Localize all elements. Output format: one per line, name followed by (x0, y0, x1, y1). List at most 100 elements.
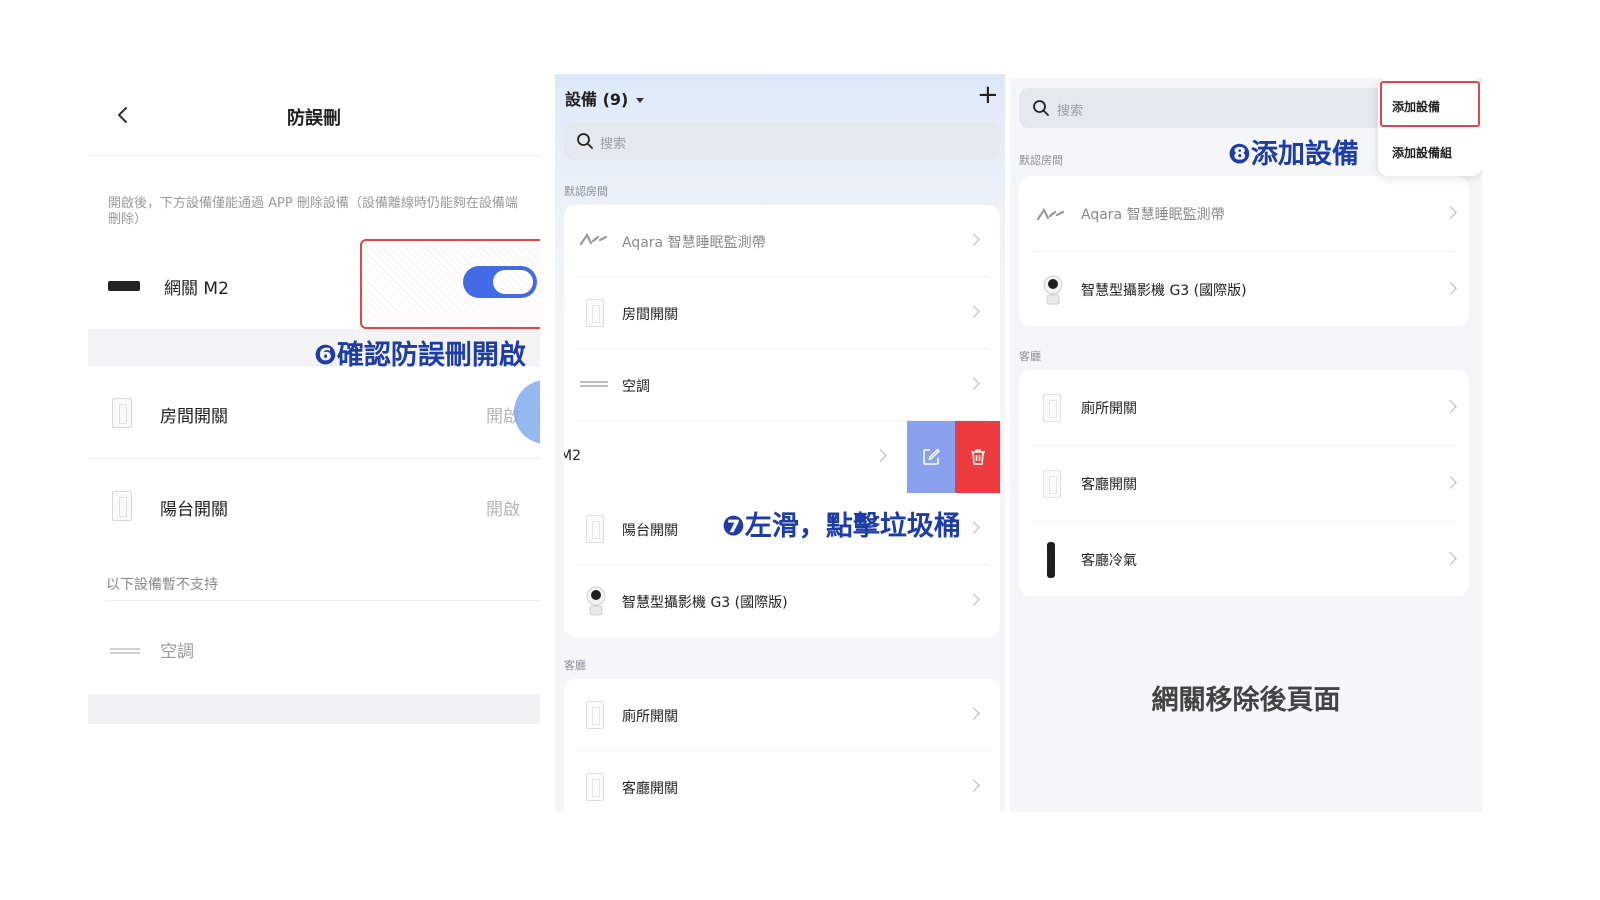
device-name: 陽台開關 (622, 523, 678, 539)
unsupported-device-label: 空調 (160, 642, 194, 662)
chevron-right-icon (967, 233, 980, 246)
device-name: 智慧型攝影機 G3 (國際版) (1081, 283, 1247, 299)
default-room-card: Aqara 智慧睡眠監測帶 智慧型攝影機 G3 (國際版) (1019, 176, 1469, 326)
living-room-card: 廁所開關 客廳開關 (564, 679, 1000, 812)
plus-icon[interactable]: + (977, 82, 999, 108)
search-bar[interactable]: 搜索 (1019, 88, 1391, 128)
list-item[interactable]: Aqara 智慧睡眠監測帶 (564, 205, 1000, 277)
delete-button[interactable] (955, 421, 1000, 493)
device-name: 客廳冷氣 (1081, 553, 1137, 569)
list-item[interactable]: 空調 (564, 349, 1000, 421)
device-name: 廁所開關 (1081, 401, 1137, 417)
step7-annotation: ❼左滑，點擊垃圾桶 (722, 511, 961, 542)
wall-switch-icon (586, 701, 604, 729)
list-item[interactable]: 客廳開關 (1019, 446, 1469, 522)
nav-bar: 防誤刪 (88, 74, 540, 156)
living-room-card: 廁所開關 客廳開關 客廳冷氣 (1019, 370, 1469, 596)
step8-annotation: ❽添加設備 (1228, 139, 1359, 170)
chevron-right-icon (874, 449, 887, 462)
section-label-default-room: 默認房間 (564, 185, 608, 198)
camera-icon (1043, 275, 1063, 305)
device-name: 客廳開關 (622, 781, 678, 797)
feature-description: 開啟後，下方設備僅能通過 APP 刪除設備（設備離線時仍能夠在設備端刪除） (108, 196, 518, 227)
anti-delete-settings-panel: 防誤刪 開啟後，下方設備僅能通過 APP 刪除設備（設備離線時仍能夠在設備端刪除… (88, 74, 540, 724)
device-list-after-removal-panel: 搜索 默認房間 Aqara 智慧睡眠監測帶 智慧型攝影機 G3 (國際版) 客廳… (1010, 78, 1482, 812)
list-item[interactable]: Aqara 智慧睡眠監測帶 (1019, 176, 1469, 252)
device-name: 智慧型攝影機 G3 (國際版) (622, 595, 788, 611)
chevron-right-icon (967, 521, 980, 534)
device-row-room-switch[interactable]: 房間開關 開啟 (88, 365, 540, 457)
device-label: 房間開關 (160, 407, 228, 427)
chevron-right-icon (967, 377, 980, 390)
chevron-right-icon (967, 305, 980, 318)
chevron-right-icon (1444, 476, 1457, 489)
chevron-right-icon (1444, 206, 1457, 219)
menu-item-add-device[interactable]: 添加設備 (1392, 98, 1440, 115)
device-count-dropdown[interactable]: 設備 (9) (565, 86, 645, 110)
list-item-swiped-gateway[interactable]: M2 (564, 421, 1000, 493)
section-label-living-room: 客廳 (564, 659, 586, 672)
chevron-right-icon (1444, 552, 1457, 565)
section-label-default-room: 默認房間 (1019, 154, 1063, 167)
toggle-highlight-box (360, 239, 540, 329)
unsupported-note: 以下設備暫不支持 (106, 577, 218, 593)
page-title: 防誤刪 (287, 108, 341, 129)
chevron-right-icon (967, 707, 980, 720)
device-row-balcony-switch[interactable]: 陽台開關 開啟 (88, 458, 540, 550)
device-name: 客廳開關 (1081, 477, 1137, 493)
search-placeholder: 搜索 (600, 137, 627, 152)
list-item[interactable]: 智慧型攝影機 G3 (國際版) (564, 565, 1000, 637)
device-count-label: 設備 (9) (565, 90, 629, 109)
sleep-belt-icon (579, 232, 608, 246)
edit-icon (923, 448, 940, 465)
list-item[interactable]: 客廳開關 (564, 751, 1000, 812)
device-status: 開啟 (486, 500, 520, 520)
device-name: 空調 (622, 379, 650, 395)
chevron-right-icon (1444, 282, 1457, 295)
section-label-living-room: 客廳 (1019, 350, 1041, 363)
device-name: M2 (564, 448, 581, 464)
panel-caption: 網關移除後頁面 (1151, 685, 1341, 716)
wall-switch-icon (1043, 394, 1061, 422)
menu-item-add-device-group[interactable]: 添加設備組 (1392, 144, 1452, 161)
add-menu-popover: 添加設備 添加設備組 (1378, 78, 1482, 176)
divider (106, 600, 540, 601)
list-item[interactable]: 智慧型攝影機 G3 (國際版) (1019, 252, 1469, 326)
trash-icon (971, 449, 985, 465)
chevron-right-icon (1444, 400, 1457, 413)
ac-icon (110, 648, 140, 654)
list-item[interactable]: 房間開關 (564, 277, 1000, 349)
list-item[interactable]: 廁所開關 (1019, 370, 1469, 446)
chevron-right-icon (967, 593, 980, 606)
step6-annotation: ❻確認防誤刪開啟 (314, 340, 526, 371)
wall-switch-icon (112, 491, 132, 521)
gateway-label: 網關 M2 (164, 279, 229, 299)
sleep-belt-icon (1036, 207, 1065, 221)
edit-button[interactable] (907, 421, 955, 493)
swipe-actions (907, 421, 1000, 493)
chevron-right-icon (967, 779, 980, 792)
bottom-spacer (88, 694, 540, 724)
remote-icon (1047, 542, 1055, 578)
wall-switch-icon (586, 515, 604, 543)
device-name: Aqara 智慧睡眠監測帶 (622, 235, 766, 251)
device-name: 廁所開關 (622, 709, 678, 725)
caret-down-icon (636, 98, 645, 103)
list-item[interactable]: 客廳冷氣 (1019, 522, 1469, 596)
device-list-panel: 設備 (9) + 搜索 默認房間 Aqara 智慧睡眠監測帶 房間開關 空調 M… (555, 74, 1005, 812)
default-room-card: Aqara 智慧睡眠監測帶 房間開關 空調 M2 陽台開關 智慧型攝影機 G3 … (564, 205, 1000, 637)
list-item[interactable]: 廁所開關 (564, 679, 1000, 751)
device-name: 房間開關 (622, 307, 678, 323)
search-icon (577, 133, 593, 149)
device-label: 陽台開關 (160, 500, 228, 520)
wall-switch-icon (586, 773, 604, 801)
gateway-icon (108, 281, 140, 291)
camera-icon (586, 586, 606, 616)
device-name: Aqara 智慧睡眠監測帶 (1081, 207, 1225, 223)
wall-switch-icon (1043, 470, 1061, 498)
wall-switch-icon (586, 299, 604, 327)
search-placeholder: 搜索 (1057, 104, 1084, 119)
search-bar[interactable]: 搜索 (564, 122, 1000, 160)
ac-icon (580, 381, 608, 387)
wall-switch-icon (112, 398, 132, 428)
